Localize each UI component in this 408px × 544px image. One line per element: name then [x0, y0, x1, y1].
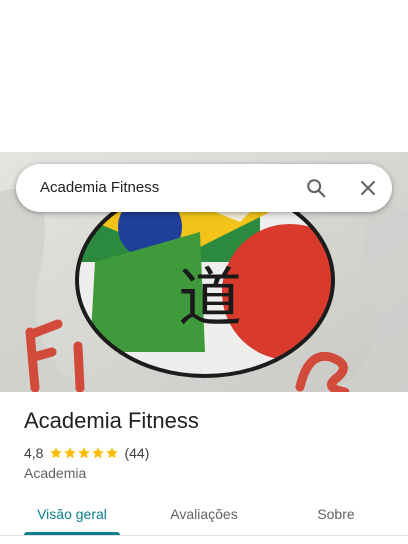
place-tabs: Visão geral Avaliações Sobre — [0, 490, 408, 538]
close-icon — [361, 181, 375, 195]
tab-reviews[interactable]: Avaliações — [152, 490, 256, 538]
review-count[interactable]: (44) — [124, 445, 149, 461]
emblem-glyph: 道 — [178, 262, 242, 336]
tab-about[interactable]: Sobre — [296, 490, 376, 538]
search-input[interactable]: Academia Fitness — [40, 164, 159, 212]
search-icon — [307, 179, 326, 198]
search-button[interactable] — [300, 172, 332, 204]
search-bar[interactable]: Academia Fitness — [16, 164, 392, 212]
star-rating — [49, 446, 119, 460]
tab-overview[interactable]: Visão geral — [24, 490, 120, 538]
star-icon — [50, 447, 63, 459]
star-icon — [106, 447, 119, 459]
star-icon — [78, 447, 91, 459]
rating-row[interactable]: 4,8 (44) — [24, 444, 149, 462]
clear-search-button[interactable] — [352, 172, 384, 204]
rating-value: 4,8 — [24, 445, 44, 461]
place-category: Academia — [24, 465, 87, 481]
tabs-divider — [0, 535, 408, 536]
top-blank-area — [0, 0, 408, 152]
star-icon — [92, 447, 105, 459]
place-title: Academia Fitness — [24, 408, 199, 433]
star-icon — [64, 447, 77, 459]
